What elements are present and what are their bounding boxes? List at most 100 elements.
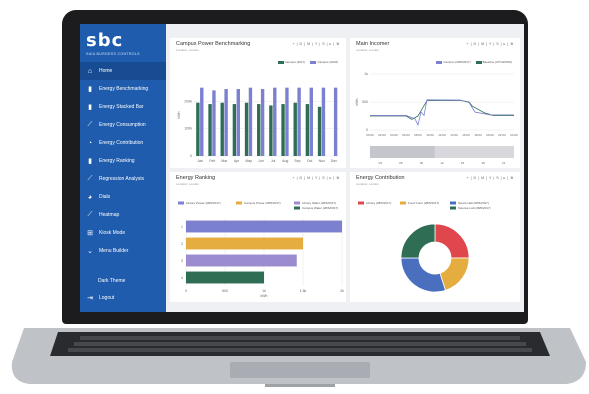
y-tick-label: 0 — [366, 128, 368, 132]
bar — [269, 105, 273, 156]
logo: sbc — [86, 30, 124, 51]
x-tick-label: Jun — [258, 159, 264, 163]
navigator-tick-label: 06 — [399, 161, 403, 165]
x-tick-label: May — [245, 159, 252, 163]
x-tick-label: 08:00 — [414, 133, 422, 137]
legend-label: Campus Power (28/6/2017) — [244, 201, 281, 205]
bar — [257, 104, 261, 156]
x-tick-label: 1.5k — [300, 289, 307, 293]
bar — [244, 102, 249, 156]
main-incomer-line-chart: 0 500 1k kWh 00:00 02:00 04:00 06:00 08:00 10:00 1… — [355, 72, 518, 165]
sidebar-item-label: Energy Consumption — [99, 122, 146, 128]
benchmark-bar-chart: 0 100k 200k kWh Jan Feb Mar Apr May Jun Jul Aug Sep O… — [177, 87, 340, 163]
series-line-campus — [370, 99, 514, 127]
navigator-selection — [370, 146, 435, 158]
logout-label: Logout — [99, 295, 115, 301]
sidebar-item-energy-stacked-bar[interactable]: ▮ Energy Stacked Bar — [80, 98, 166, 116]
sidebar-item-energy-contribution[interactable]: ◔ Energy Contribution — [80, 134, 166, 152]
bar — [309, 87, 313, 156]
card-energy-ranking: Energy Ranking Location: London + | D | … — [170, 172, 346, 302]
legend-label: Library (28/6/2017) — [366, 201, 391, 205]
bar — [212, 90, 216, 156]
sidebar-item-label: Energy Ranking — [99, 158, 135, 164]
x-tick-label: Nov — [319, 159, 325, 163]
legend-swatch — [236, 201, 242, 205]
x-tick-label: 10:00 — [426, 133, 434, 137]
x-tick-label: Apr — [234, 159, 240, 163]
chevron-down-icon: ⌄ — [87, 248, 93, 255]
sidebar-item-dials[interactable]: ◕ Dials — [80, 188, 166, 206]
line-chart-icon: ⟋ — [87, 121, 93, 128]
bar — [281, 104, 285, 156]
y-tick-label: 1k — [364, 72, 368, 76]
sidebar-item-kiosk-mode[interactable]: ⊞ Kiosk Mode — [80, 224, 166, 242]
sidebar-nav: ⌂ Home ▮ Energy Benchmarking ▮ Energy Stacked… — [80, 62, 166, 260]
ranking-bar — [186, 254, 297, 267]
x-tick-label: Sep — [294, 159, 300, 163]
bar — [293, 102, 297, 156]
laptop-base — [11, 328, 587, 387]
x-tick-label: 500 — [222, 289, 228, 293]
sidebar-item-label: Kiosk Mode — [99, 230, 126, 236]
x-tick-label: 0 — [185, 289, 187, 293]
navigator-tick-label: 09 — [420, 161, 424, 165]
sidebar-item-energy-benchmarking[interactable]: ▮ Energy Benchmarking — [80, 80, 166, 98]
bar — [273, 87, 277, 156]
sidebar-item-heatmap[interactable]: ⟋ Heatmap — [80, 206, 166, 224]
sidebar-item-label: Energy Contribution — [99, 140, 144, 146]
bar — [333, 87, 338, 156]
bar — [305, 104, 310, 156]
legend-swatch — [450, 206, 456, 210]
logout-icon: ⇥ — [87, 295, 93, 302]
bar-chart-icon: ▮ — [88, 86, 92, 93]
donut-slice — [400, 257, 447, 293]
logo-subtitle: SAIA BURGESS CONTROLS — [86, 52, 140, 56]
y-tick-label: 0 — [190, 154, 192, 158]
series-line-baseline — [370, 99, 514, 120]
legend-label: Food Court (28/6/2017) — [408, 201, 439, 205]
x-tick-label: Feb — [209, 159, 215, 163]
bar — [224, 89, 228, 156]
bar — [196, 102, 200, 156]
bar — [208, 104, 212, 156]
logout-button[interactable]: ⇥ Logout — [86, 294, 114, 302]
ranking-bar — [186, 220, 342, 233]
legend-label: Library Water (28/6/2017) — [302, 201, 336, 205]
ranking-bar — [186, 237, 303, 250]
x-tick-label: Mar — [221, 159, 228, 163]
dark-theme-toggle[interactable]: Dark Theme — [98, 278, 125, 284]
sidebar-item-energy-consumption[interactable]: ⟋ Energy Consumption — [80, 116, 166, 134]
sidebar: sbc SAIA BURGESS CONTROLS ⌂ Home ▮ Energy B… — [80, 24, 166, 312]
legend-swatch — [358, 201, 364, 205]
sidebar-item-label: Regression Analysis — [99, 176, 145, 182]
x-tick-label: Aug — [282, 159, 288, 163]
y-tick-label: 3 — [181, 259, 183, 263]
bar-chart-icon: ▮ — [88, 104, 92, 111]
card-main-incomer: Main Incomer Location: London + | D | M … — [350, 38, 520, 168]
sidebar-item-home[interactable]: ⌂ Home — [80, 62, 166, 80]
x-tick-label: Jan — [197, 159, 203, 163]
x-axis-label: kWh — [261, 294, 268, 298]
legend-swatch — [450, 201, 456, 205]
y-tick-label: 500 — [362, 100, 368, 104]
x-tick-label: 00:00 — [366, 133, 374, 137]
donut-icon: ◔ — [87, 139, 93, 147]
bar — [297, 87, 301, 156]
line-chart-icon: ⟋ — [87, 211, 93, 218]
x-tick-label: 2k — [340, 289, 344, 293]
app-screen: sbc SAIA BURGESS CONTROLS ⌂ Home ▮ Energy B… — [80, 24, 524, 312]
sidebar-item-energy-ranking[interactable]: ▮ Energy Ranking — [80, 152, 166, 170]
card-benchmarking: Campus Power Benchmarking Location: Lond… — [170, 38, 346, 168]
x-tick-label: 12:00 — [438, 133, 446, 137]
bar — [321, 87, 326, 156]
navigator-tick-label: 18 — [481, 161, 485, 165]
sidebar-item-label: Energy Benchmarking — [99, 86, 149, 92]
x-tick-label: 14:00 — [450, 133, 458, 137]
y-tick-label: 200k — [184, 99, 192, 103]
sidebar-item-menu-builder[interactable]: ⌄ Menu Builder — [80, 242, 166, 260]
x-tick-label: 18:00 — [474, 133, 482, 137]
dial-icon: ◕ — [87, 193, 93, 201]
x-tick-label: 24:00 — [510, 133, 518, 137]
contribution-donut-chart: Library (28/6/2017) Food Court (28/6/2017… — [358, 201, 491, 293]
sidebar-item-regression-analysis[interactable]: ⟋ Regression Analysis — [80, 170, 166, 188]
